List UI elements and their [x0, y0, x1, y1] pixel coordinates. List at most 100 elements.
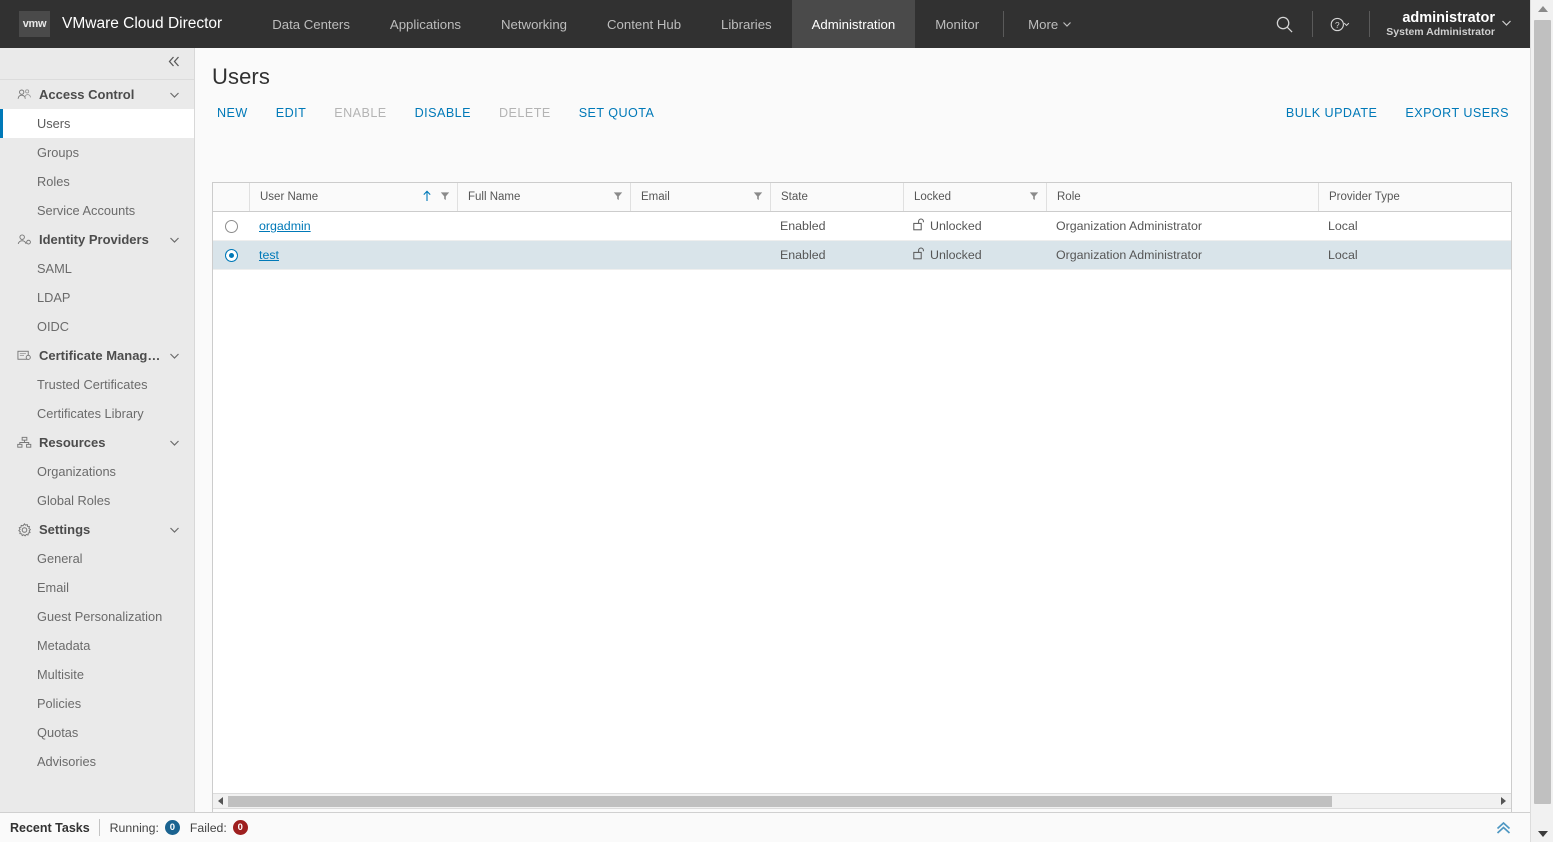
nav-item-monitor[interactable]: Monitor	[915, 0, 999, 48]
table-header-role[interactable]: Role	[1046, 183, 1318, 211]
sidebar-item-trusted-certificates[interactable]: Trusted Certificates	[0, 370, 194, 399]
scrollbar-thumb[interactable]	[228, 795, 1332, 807]
sidebar-item-certificates-library[interactable]: Certificates Library	[0, 399, 194, 428]
page-scrollbar[interactable]	[1530, 0, 1553, 842]
sidebar-item-users[interactable]: Users	[0, 109, 194, 138]
sidebar-group-settings[interactable]: Settings	[0, 515, 194, 544]
sidebar-item-organizations[interactable]: Organizations	[0, 457, 194, 486]
sidebar-item-quotas[interactable]: Quotas	[0, 718, 194, 747]
chevron-down-icon	[169, 435, 180, 450]
double-chevron-left-icon	[167, 55, 182, 73]
bulk-update-button[interactable]: BULK UPDATE	[1286, 106, 1392, 120]
filter-icon[interactable]	[1029, 191, 1039, 204]
sidebar-item-label: Trusted Certificates	[37, 377, 148, 392]
nav-item-applications[interactable]: Applications	[370, 0, 481, 48]
disable-button[interactable]: DISABLE	[401, 106, 485, 120]
action-toolbar-right: BULK UPDATE EXPORT USERS	[1286, 106, 1509, 120]
top-header: vmw VMware Cloud Director Data Centers A…	[0, 0, 1530, 48]
filter-icon[interactable]	[753, 191, 763, 204]
sidebar-item-saml[interactable]: SAML	[0, 254, 194, 283]
row-radio-button[interactable]	[224, 248, 238, 262]
filter-icon[interactable]	[440, 191, 450, 204]
user-name-link[interactable]: test	[259, 248, 279, 262]
nav-item-networking[interactable]: Networking	[481, 0, 587, 48]
table-header-user-name[interactable]: User Name	[249, 183, 457, 211]
sidebar-item-multisite[interactable]: Multisite	[0, 660, 194, 689]
user-menu-chevron-down-icon[interactable]	[1501, 15, 1512, 33]
table-header-locked[interactable]: Locked	[903, 183, 1046, 211]
scroll-left-arrow-icon[interactable]	[213, 794, 228, 809]
users-table: User Name Full Name Email State Locked R…	[212, 182, 1512, 812]
sidebar-group-identity-providers[interactable]: Identity Providers	[0, 225, 194, 254]
sidebar-group-certificate-management[interactable]: Certificate Managem...	[0, 341, 194, 370]
column-label: Email	[641, 191, 670, 203]
cell-email	[630, 212, 770, 241]
chevron-down-icon	[169, 232, 180, 247]
recent-tasks-bar: Recent Tasks Running: 0 Failed: 0	[0, 812, 1530, 842]
row-radio-button[interactable]	[224, 219, 238, 233]
nav-item-libraries[interactable]: Libraries	[701, 0, 792, 48]
user-role: System Administrator	[1386, 26, 1495, 39]
sidebar-item-label: Metadata	[37, 638, 91, 653]
page-scroll-up-arrow-icon[interactable]	[1531, 0, 1553, 17]
sidebar-item-roles[interactable]: Roles	[0, 167, 194, 196]
row-select-cell[interactable]	[213, 241, 249, 270]
sidebar-collapse-button[interactable]	[0, 48, 194, 80]
page-scroll-down-arrow-icon[interactable]	[1531, 825, 1553, 842]
user-name-link[interactable]: orgadmin	[259, 219, 311, 233]
sidebar-item-email[interactable]: Email	[0, 573, 194, 602]
user-name: administrator	[1402, 9, 1495, 26]
sidebar-item-label: Advisories	[37, 754, 97, 769]
chevron-down-icon	[169, 522, 180, 537]
sidebar-item-advisories[interactable]: Advisories	[0, 747, 194, 776]
double-chevron-up-icon[interactable]	[1495, 821, 1512, 835]
running-tasks-stat: Running: 0	[100, 820, 180, 835]
table-row[interactable]: test Enabled Unlocked Organization Admin…	[213, 241, 1511, 270]
sidebar-item-label: Certificates Library	[37, 406, 144, 421]
table-header-provider-type[interactable]: Provider Type	[1318, 183, 1513, 211]
nav-item-data-centers[interactable]: Data Centers	[252, 0, 370, 48]
export-users-button[interactable]: EXPORT USERS	[1391, 106, 1509, 120]
nav-item-administration[interactable]: Administration	[791, 0, 916, 48]
sidebar-item-label: Email	[37, 580, 69, 595]
scrollbar-track[interactable]	[228, 794, 1496, 809]
sidebar-item-policies[interactable]: Policies	[0, 689, 194, 718]
user-menu[interactable]: administrator System Administrator	[1376, 10, 1501, 39]
cell-full-name	[457, 241, 630, 270]
table-header-state[interactable]: State	[770, 183, 903, 211]
failed-label: Failed:	[189, 820, 227, 835]
sidebar-item-guest-personalization[interactable]: Guest Personalization	[0, 602, 194, 631]
sidebar-group-resources[interactable]: Resources	[0, 428, 194, 457]
page-scrollbar-thumb[interactable]	[1534, 20, 1551, 804]
locked-label: Unlocked	[930, 248, 982, 262]
recent-tasks-title[interactable]: Recent Tasks	[0, 821, 99, 835]
table-row[interactable]: orgadmin Enabled Unlocked Organization A…	[213, 212, 1511, 241]
page-title: Users	[212, 64, 270, 89]
certificate-icon	[17, 349, 34, 362]
sidebar-group-access-control[interactable]: Access Control	[0, 80, 194, 109]
row-select-cell[interactable]	[213, 212, 249, 241]
table-header-full-name[interactable]: Full Name	[457, 183, 630, 211]
new-button[interactable]: NEW	[217, 106, 262, 120]
table-horizontal-scrollbar[interactable]	[213, 793, 1511, 808]
table-header-email[interactable]: Email	[630, 183, 770, 211]
sidebar-item-service-accounts[interactable]: Service Accounts	[0, 196, 194, 225]
sort-ascending-icon[interactable]	[422, 190, 432, 205]
sidebar-item-ldap[interactable]: LDAP	[0, 283, 194, 312]
set-quota-button[interactable]: SET QUOTA	[565, 106, 669, 120]
sidebar-item-groups[interactable]: Groups	[0, 138, 194, 167]
sidebar-item-metadata[interactable]: Metadata	[0, 631, 194, 660]
nav-item-content-hub[interactable]: Content Hub	[587, 0, 701, 48]
nav-divider	[1003, 11, 1005, 37]
scroll-right-arrow-icon[interactable]	[1496, 794, 1511, 809]
filter-icon[interactable]	[613, 191, 623, 204]
help-icon[interactable]: ?	[1319, 0, 1363, 48]
sidebar-item-general[interactable]: General	[0, 544, 194, 573]
edit-button[interactable]: EDIT	[262, 106, 321, 120]
sidebar-item-global-roles[interactable]: Global Roles	[0, 486, 194, 515]
search-icon[interactable]	[1262, 0, 1306, 48]
nav-item-more[interactable]: More	[1008, 0, 1092, 48]
failed-count-badge: 0	[232, 820, 248, 835]
sidebar-item-oidc[interactable]: OIDC	[0, 312, 194, 341]
column-label: Full Name	[468, 191, 521, 203]
